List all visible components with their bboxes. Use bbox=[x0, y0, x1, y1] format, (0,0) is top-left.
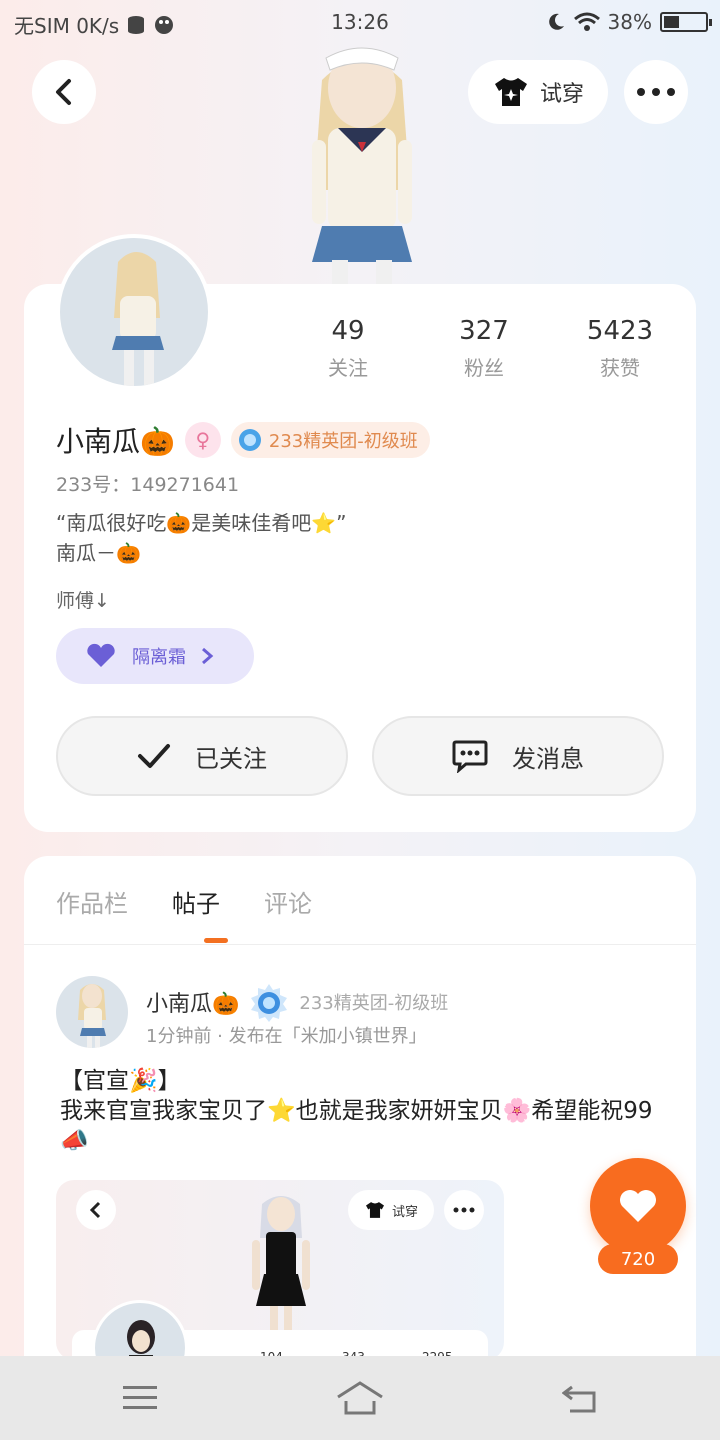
preview-try-on: 试穿 bbox=[348, 1190, 434, 1230]
heart-icon bbox=[620, 1190, 656, 1222]
profile-name: 小南瓜🎃 bbox=[56, 425, 175, 458]
content-tabs: 作品栏 帖子 评论 bbox=[56, 884, 312, 919]
followed-label: 已关注 bbox=[195, 744, 267, 773]
post-author-name[interactable]: 小南瓜🎃 bbox=[146, 986, 239, 1018]
female-icon: ♀ bbox=[184, 422, 221, 458]
chevron-left-icon bbox=[56, 79, 71, 105]
send-message-label: 发消息 bbox=[512, 744, 584, 773]
avatar-3d-figure bbox=[282, 40, 442, 284]
more-dots-icon bbox=[637, 88, 675, 96]
wifi-icon bbox=[573, 12, 600, 31]
tab-posts[interactable]: 帖子 bbox=[172, 884, 220, 919]
medal-icon bbox=[251, 984, 288, 1022]
post-author-badge: 233精英团-初级班 bbox=[299, 993, 449, 1014]
tab-comments[interactable]: 评论 bbox=[264, 884, 312, 919]
tabs-divider bbox=[24, 944, 696, 945]
post-author-row: 小南瓜🎃 233精英团-初级班 bbox=[146, 982, 448, 1022]
post-author-avatar[interactable] bbox=[56, 976, 128, 1048]
post-image-preview[interactable]: 试穿 104 343 2295 bbox=[56, 1180, 504, 1360]
stat-value: 327 bbox=[459, 316, 509, 346]
check-icon bbox=[138, 744, 170, 768]
stat-label: 粉丝 bbox=[464, 356, 504, 380]
bio-line: 南瓜－🎃 bbox=[56, 541, 141, 565]
shirt-sparkle-icon bbox=[365, 1202, 384, 1218]
back-arrow-icon bbox=[562, 1385, 596, 1413]
nav-home-button[interactable] bbox=[332, 1374, 388, 1422]
moon-icon bbox=[548, 13, 564, 30]
preview-more-button bbox=[444, 1190, 484, 1230]
preview-try-on-label: 试穿 bbox=[391, 1204, 418, 1220]
user-id: 233号：149271641 bbox=[56, 474, 240, 496]
home-icon bbox=[337, 1381, 383, 1415]
like-button[interactable] bbox=[590, 1158, 686, 1254]
bio-line: “南瓜很好吃🎃是美味佳肴吧⭐” bbox=[56, 511, 347, 535]
post-text: 【官宣🎉】我来官宣我家宝贝了⭐也就是我家妍妍宝贝🌸希望能祝99📣 bbox=[60, 1066, 670, 1156]
stat-following[interactable]: 49 关注 bbox=[288, 316, 408, 381]
tab-works[interactable]: 作品栏 bbox=[56, 884, 128, 919]
bio: “南瓜很好吃🎃是美味佳肴吧⭐” 南瓜－🎃 bbox=[56, 508, 347, 568]
preview-back-button bbox=[76, 1190, 116, 1230]
master-chip[interactable]: 隔离霜 bbox=[56, 628, 254, 684]
chevron-right-icon bbox=[202, 647, 214, 665]
stat-label: 关注 bbox=[328, 356, 368, 380]
menu-icon bbox=[123, 1386, 157, 1409]
shirt-sparkle-icon bbox=[494, 78, 527, 106]
stat-likes[interactable]: 5423 获赞 bbox=[560, 316, 680, 381]
medal-icon bbox=[238, 429, 261, 451]
post-text-body: 【官宣🎉】我来官宣我家宝贝了⭐也就是我家妍妍宝贝🌸希望能祝99📣 bbox=[60, 1066, 670, 1156]
system-nav-bar bbox=[0, 1356, 720, 1440]
preview-avatar bbox=[92, 1300, 188, 1360]
chevron-left-icon bbox=[89, 1201, 101, 1219]
post-text-line: 【官宣🎉】 bbox=[60, 1068, 181, 1094]
more-dots-icon bbox=[453, 1207, 475, 1213]
chat-bubble-icon bbox=[452, 740, 488, 773]
try-on-button[interactable]: 试穿 bbox=[468, 60, 608, 124]
battery-fill bbox=[664, 16, 679, 28]
name-row: 小南瓜🎃 ♀ 233精英团-初级班 bbox=[56, 420, 430, 460]
stat-label: 获赞 bbox=[600, 356, 640, 380]
more-button[interactable] bbox=[624, 60, 688, 124]
like-count: 720 bbox=[598, 1244, 678, 1274]
try-on-label: 试穿 bbox=[539, 82, 584, 107]
profile-avatar[interactable] bbox=[56, 234, 212, 390]
status-right: 38% bbox=[546, 10, 712, 34]
tab-indicator bbox=[204, 938, 228, 943]
send-message-button[interactable]: 发消息 bbox=[372, 716, 664, 796]
back-button[interactable] bbox=[32, 60, 96, 124]
preview-figure bbox=[252, 1196, 310, 1334]
master-name: 隔离霜 bbox=[132, 647, 186, 668]
heart-icon bbox=[87, 643, 115, 667]
followed-button[interactable]: 已关注 bbox=[56, 716, 348, 796]
battery-icon bbox=[660, 12, 712, 32]
stat-value: 49 bbox=[331, 316, 365, 346]
nav-back-button[interactable] bbox=[552, 1374, 608, 1422]
post-meta: 1分钟前 · 发布在「米加小镇世界」 bbox=[146, 1026, 427, 1047]
nav-menu-button[interactable] bbox=[112, 1374, 168, 1422]
elite-badge-label: 233精英团-初级班 bbox=[268, 431, 418, 452]
master-label: 师傅↓ bbox=[56, 590, 110, 612]
battery-percent: 38% bbox=[607, 10, 652, 34]
stat-followers[interactable]: 327 粉丝 bbox=[424, 316, 544, 381]
stat-value: 5423 bbox=[586, 316, 654, 346]
elite-badge[interactable]: 233精英团-初级班 bbox=[230, 422, 430, 458]
post-text-line: 我来官宣我家宝贝了⭐也就是我家妍妍宝贝🌸希望能祝99📣 bbox=[60, 1098, 653, 1154]
